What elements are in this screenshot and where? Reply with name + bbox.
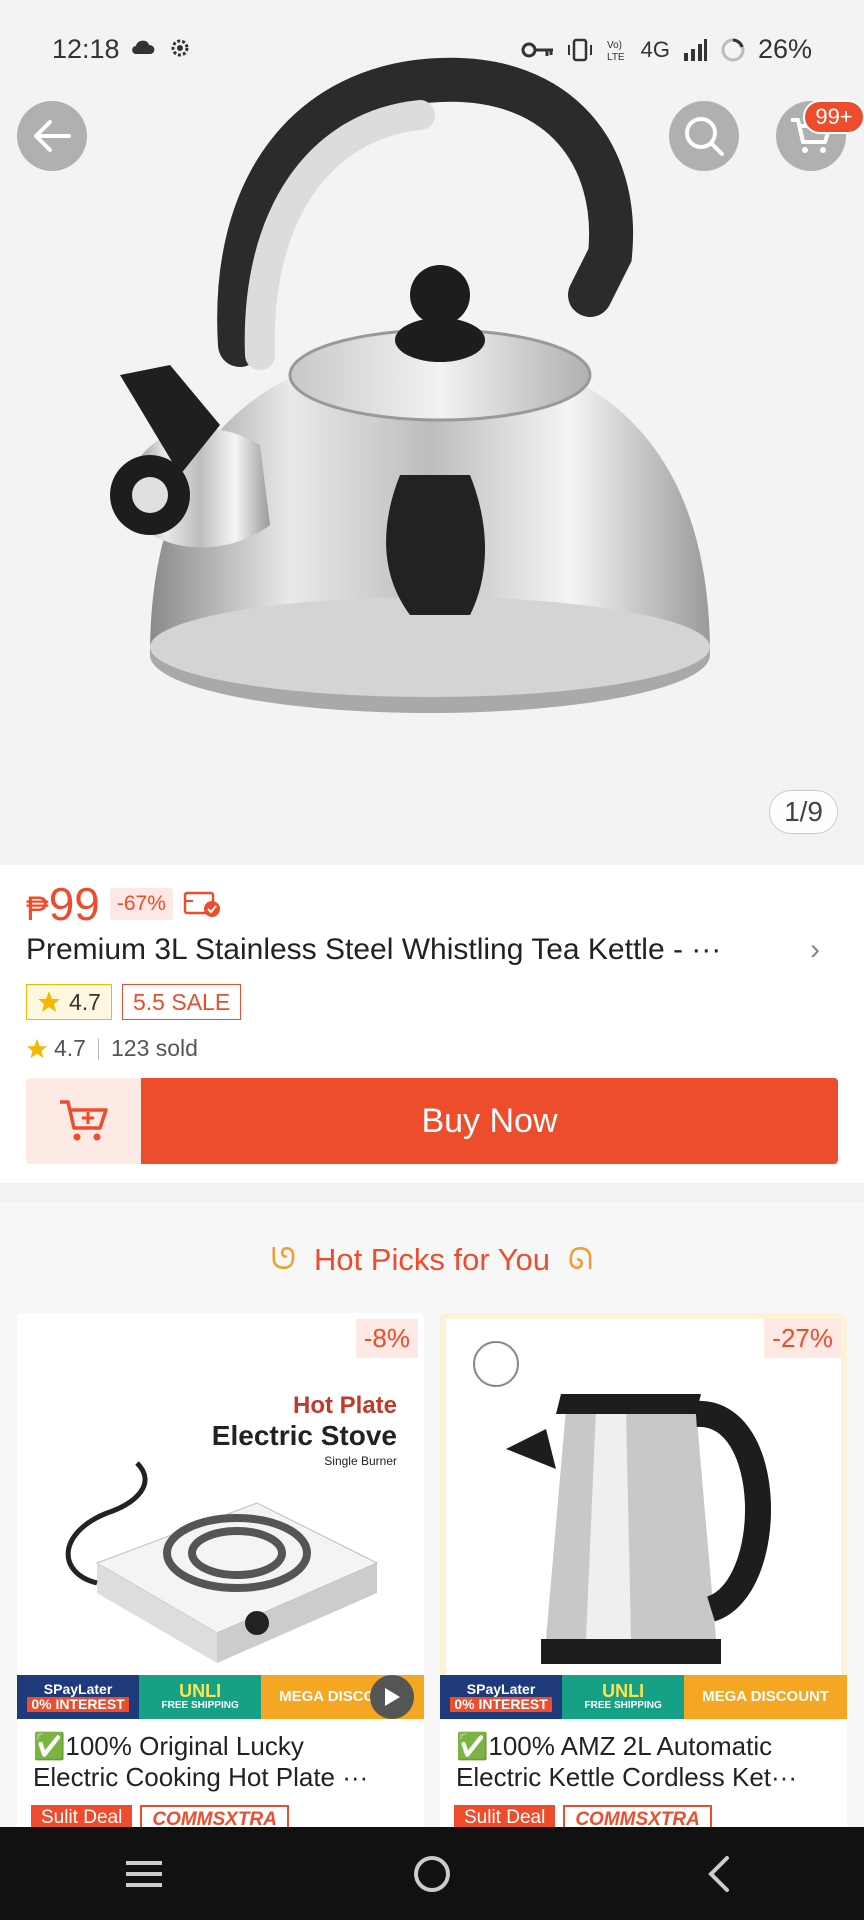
add-cart-icon bbox=[60, 1100, 108, 1141]
volte-icon: Vo)LTE bbox=[607, 40, 625, 63]
rating-value: 4.7 bbox=[54, 1035, 86, 1061]
status-time: 12:18 bbox=[52, 34, 120, 64]
system-nav-bar bbox=[0, 1827, 864, 1920]
hot-plate-image: Hot Plate Electric Stove Single Burner bbox=[65, 1392, 397, 1663]
product-info: ₱99 -67% Premium 3L Stainless Steel Whis… bbox=[0, 865, 864, 1183]
status-bar: 12:18 Vo) LTE 4G 26% bbox=[0, 0, 864, 100]
promo-strip: SPayLater 0% INTEREST UNLI FREE SHIPPING M… bbox=[17, 1675, 424, 1719]
product-image-carousel[interactable]: 12:18 Vo) LTE 4G 26% 99+ 1/9 bbox=[0, 0, 864, 865]
rating-badge: 4.7 bbox=[26, 984, 112, 1020]
product-card[interactable]: -27% SPayLater 0% INTEREST UNLI FREE SHIPP… bbox=[440, 1313, 847, 1853]
promo-strip: SPayLater 0% INTEREST UNLI FREE SHIPPING M… bbox=[440, 1675, 847, 1719]
vibrate-icon bbox=[567, 38, 592, 61]
discount-tag: -67% bbox=[109, 888, 173, 920]
product-card[interactable]: Hot Plate Electric Stove Single Burner -… bbox=[17, 1313, 424, 1853]
card-discount: -8% bbox=[355, 1319, 418, 1358]
recent-apps-button[interactable] bbox=[104, 1844, 184, 1904]
divider bbox=[97, 1037, 99, 1060]
search-button[interactable] bbox=[669, 101, 739, 171]
hot-picks-title: Hot Picks for You bbox=[313, 1242, 551, 1277]
svg-text:Hot Plate: Hot Plate bbox=[293, 1392, 397, 1419]
svg-text:Electric Stove: Electric Stove bbox=[212, 1420, 397, 1451]
product-card-image: Hot Plate Electric Stove Single Burner bbox=[17, 1313, 424, 1720]
home-circle-icon bbox=[414, 1855, 450, 1892]
image-counter: 1/9 bbox=[769, 790, 838, 834]
electric-kettle-image bbox=[473, 1341, 772, 1664]
svg-text:LTE: LTE bbox=[607, 52, 625, 63]
play-icon bbox=[385, 1688, 400, 1706]
hot-picks-section: ᘎ Hot Picks for You ᘏ Hot Plate Electric… bbox=[0, 1202, 864, 1853]
signal-icon bbox=[683, 38, 707, 61]
product-card-image bbox=[440, 1313, 847, 1720]
product-title-row[interactable]: Premium 3L Stainless Steel Whistling Tea… bbox=[26, 933, 846, 967]
svg-text:Vo): Vo) bbox=[607, 40, 622, 51]
chevron-right-icon: › bbox=[810, 933, 820, 966]
card-product-name: ✅100% Original Lucky Electric Cooking Ho… bbox=[33, 1731, 369, 1792]
battery-level: 26% bbox=[757, 34, 812, 64]
cart-count-badge: 99+ bbox=[803, 100, 864, 134]
sale-badge: 5.5 SALE bbox=[121, 984, 242, 1020]
video-play-button[interactable] bbox=[370, 1675, 414, 1719]
back-button[interactable] bbox=[17, 101, 87, 171]
decor-left-icon: ᘎ bbox=[271, 1243, 296, 1276]
svg-text:Single Burner: Single Burner bbox=[324, 1454, 397, 1468]
nav-back-button[interactable] bbox=[680, 1844, 760, 1904]
battery-icon bbox=[721, 38, 745, 61]
cloud-icon bbox=[132, 40, 155, 54]
home-button[interactable] bbox=[392, 1844, 472, 1904]
voucher-icon bbox=[183, 891, 220, 917]
decor-right-icon: ᘏ bbox=[568, 1243, 593, 1276]
star-icon bbox=[38, 991, 60, 1012]
gear-icon bbox=[171, 39, 189, 57]
product-title: Premium 3L Stainless Steel Whistling Tea… bbox=[26, 933, 722, 966]
chevron-left-icon bbox=[708, 1855, 729, 1892]
menu-icon bbox=[126, 1860, 162, 1887]
star-icon bbox=[26, 1038, 48, 1058]
network-type: 4G bbox=[640, 36, 670, 62]
product-price: ₱99 bbox=[26, 878, 100, 930]
arrow-left-icon bbox=[34, 120, 71, 152]
kettle-image bbox=[110, 57, 710, 713]
buy-now-button[interactable]: Buy Now bbox=[141, 1078, 838, 1164]
card-product-name: ✅100% AMZ 2L Automatic Electric Kettle C… bbox=[456, 1731, 797, 1792]
add-to-cart-button[interactable] bbox=[26, 1078, 142, 1164]
sold-count: 123 sold bbox=[110, 1035, 198, 1061]
key-icon bbox=[521, 42, 553, 57]
card-discount: -27% bbox=[764, 1319, 841, 1358]
rating-sold-row: 4.7 123 sold bbox=[26, 1035, 198, 1062]
search-icon bbox=[685, 117, 724, 156]
